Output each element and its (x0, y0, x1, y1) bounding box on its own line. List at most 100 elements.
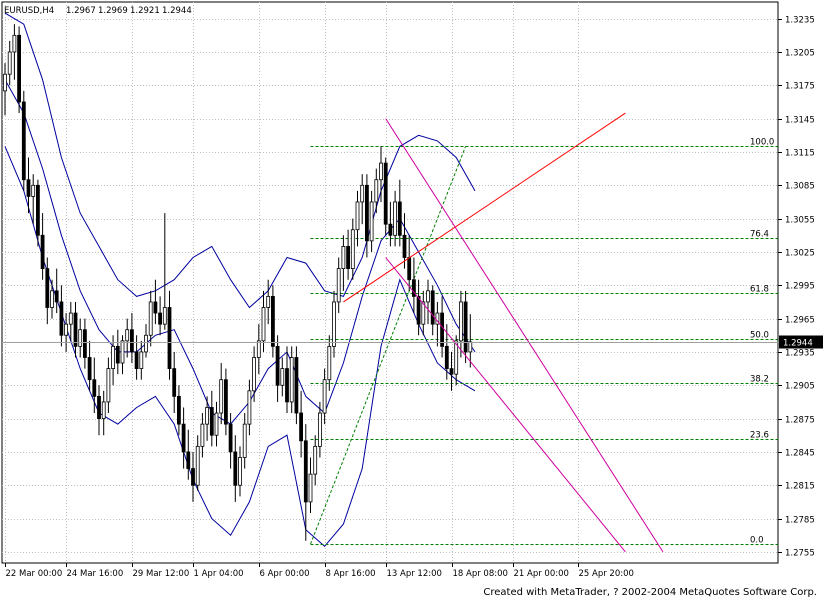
candle-body (129, 329, 134, 353)
candle-body (440, 312, 445, 347)
candle-body (176, 395, 181, 425)
candle-body (379, 162, 383, 181)
candle-body (153, 301, 158, 314)
candle-body (31, 184, 36, 197)
candle-body (228, 423, 233, 453)
candle-body (209, 407, 214, 436)
candle-body (261, 307, 266, 342)
candle-body (167, 307, 172, 369)
fib-level-label: 0.0 (750, 536, 764, 546)
y-tick-label: 1.2845 (785, 449, 815, 459)
candle-body (214, 412, 219, 436)
candle-body (21, 101, 26, 181)
fib-level-label: 23.6 (750, 431, 769, 441)
candle-body (50, 290, 54, 308)
candle-body (7, 51, 12, 75)
y-tick-label: 1.2935 (785, 349, 815, 359)
candle-body (186, 451, 191, 469)
candle-body (402, 234, 407, 258)
x-tick-label: 8 Apr 16:00 (326, 569, 376, 579)
fib-level-label: 100.0 (750, 138, 774, 148)
candle-body (200, 423, 205, 447)
y-tick-label: 1.2815 (785, 482, 815, 492)
y-tick-label: 1.3205 (785, 49, 815, 59)
footer-credit: Created with MetaTrader, ? 2002-2004 Met… (483, 587, 817, 598)
fib-level-label: 61.8 (750, 285, 769, 295)
candle-body (238, 457, 242, 486)
y-tick-label: 1.3235 (785, 16, 815, 26)
fib-level-label: 50.0 (750, 331, 769, 341)
price-chart: 100.0 76.4 61.8 50.0 38.2 23.6 0.0 1.3235 1.320… (1, 1, 823, 579)
candle-body (397, 201, 402, 236)
candle-body (275, 345, 280, 386)
candle-body (355, 201, 360, 231)
candle-body (374, 179, 379, 203)
x-tick-label: 18 Apr 08:00 (453, 569, 508, 579)
candle-body (449, 368, 454, 375)
candle-body (3, 73, 7, 92)
candle-body (144, 334, 148, 353)
candle-body (158, 312, 163, 325)
candle-body (416, 295, 421, 325)
y-tick-label: 1.3115 (785, 149, 815, 159)
candle-body (327, 345, 332, 381)
candle-body (430, 290, 435, 325)
y-tick-label: 1.2875 (785, 416, 815, 426)
candle-body (289, 357, 294, 403)
candle-body (219, 379, 224, 414)
candle-body (468, 341, 473, 353)
y-tick-label: 1.3175 (785, 82, 815, 92)
candle-body (341, 245, 346, 270)
candle-body (346, 245, 351, 270)
candle-body (205, 407, 210, 425)
candle-body (299, 412, 304, 442)
candle-body (97, 395, 101, 419)
candle-body (285, 368, 289, 403)
y-tick-label: 1.2905 (785, 382, 815, 392)
header-high: 1.2969 (98, 6, 128, 16)
candle-body (92, 379, 97, 397)
candle-body (444, 345, 449, 369)
candle-body (242, 423, 247, 458)
y-tick-label: 1.2755 (785, 549, 815, 559)
candle-body (17, 34, 22, 103)
candle-body (162, 307, 167, 325)
candle-body (12, 34, 17, 53)
candle-body (191, 468, 195, 486)
x-tick-label: 22 Mar 00:00 (6, 569, 63, 579)
header-close: 1.2944 (162, 6, 192, 16)
candle-body (223, 379, 228, 425)
x-tick-label: 29 Mar 12:00 (133, 569, 190, 579)
candle-body (233, 451, 238, 486)
candle-body (369, 201, 374, 242)
candle-body (360, 184, 365, 203)
candle-body (59, 301, 64, 336)
y-tick-label: 1.2785 (785, 516, 815, 526)
candle-body (106, 368, 111, 403)
candle-body (336, 268, 341, 303)
candle-body (40, 234, 45, 270)
candle-body (426, 290, 430, 303)
candle-body (270, 295, 275, 347)
candle-body (120, 340, 125, 364)
candle-body (87, 357, 92, 381)
y-tick-label: 1.3055 (785, 216, 815, 226)
x-tick-label: 24 Mar 16:00 (67, 569, 124, 579)
candle-body (294, 357, 299, 414)
candle-body (78, 329, 83, 347)
candle-body (26, 179, 31, 197)
candle-body (313, 445, 318, 475)
candle-body (83, 329, 87, 358)
candle-body (332, 301, 336, 347)
candle-body (64, 323, 68, 336)
candle-body (125, 329, 130, 342)
y-tick-label: 1.2965 (785, 316, 815, 326)
x-tick-label: 1 Apr 04:00 (194, 569, 244, 579)
header-low: 1.2921 (130, 6, 160, 16)
candle-body (134, 351, 139, 369)
candle-body (54, 290, 59, 303)
candle-body (388, 223, 393, 236)
fib-level-label: 38.2 (750, 375, 769, 385)
candle-body (393, 201, 398, 236)
candle-body (36, 184, 40, 236)
